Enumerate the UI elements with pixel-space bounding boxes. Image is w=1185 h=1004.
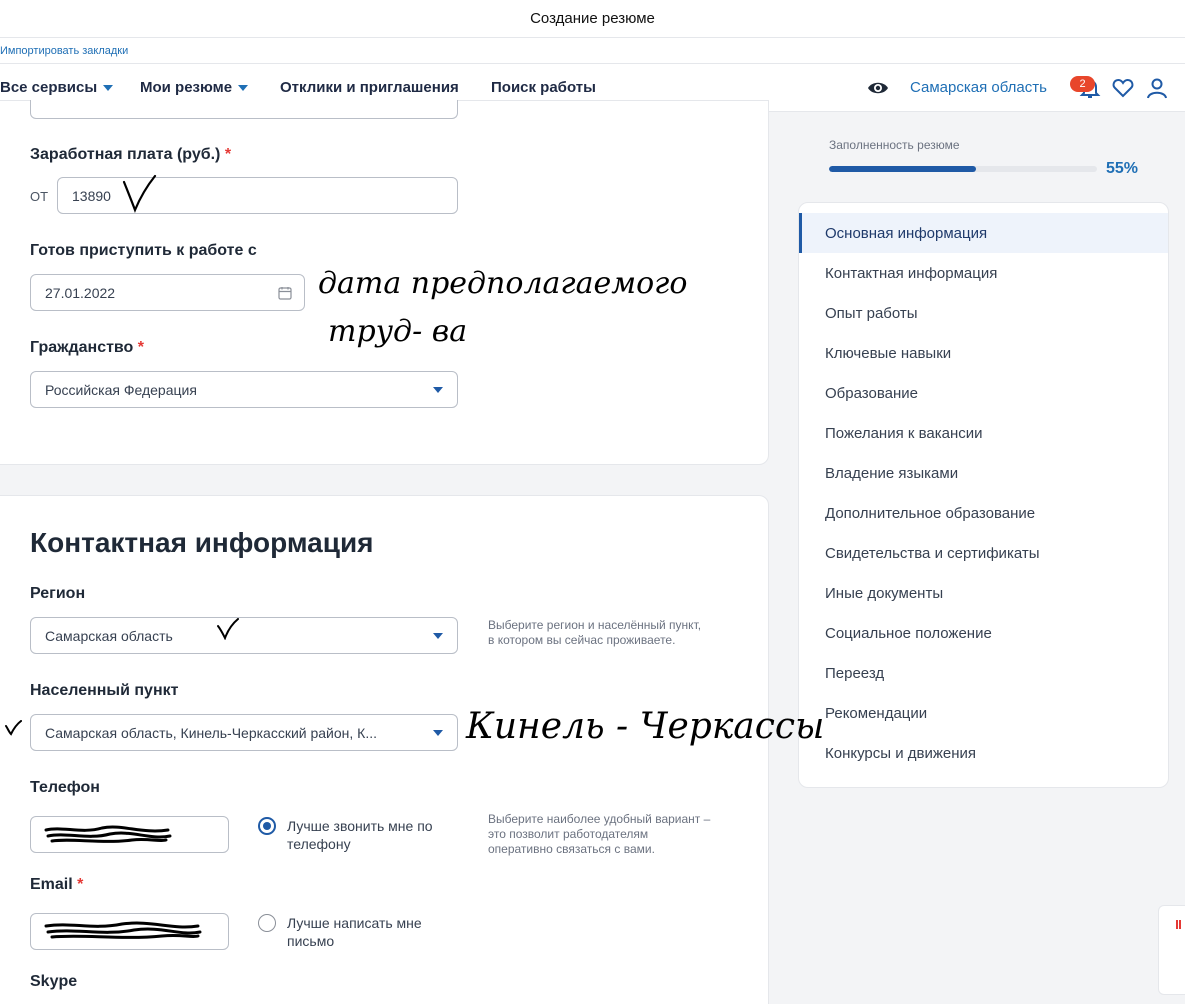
menu-item[interactable]: Контактная информация xyxy=(799,253,1168,293)
import-bookmarks-link[interactable]: Импортировать закладки xyxy=(0,45,128,57)
menu-item[interactable]: Свидетельства и сертификаты xyxy=(799,533,1168,573)
email-label-text: Email xyxy=(30,876,73,893)
prefer-call-radio[interactable] xyxy=(258,817,276,835)
heart-icon[interactable] xyxy=(1111,76,1135,100)
citizenship-select[interactable]: Российская Федерация xyxy=(30,371,458,408)
start-date-label: Готов приступить к работе с xyxy=(30,242,257,259)
email-label: Email * xyxy=(30,876,83,894)
side-widget[interactable] xyxy=(1158,905,1185,995)
prefer-call-line: Лучше звонить мне по xyxy=(287,818,433,834)
user-icon[interactable] xyxy=(1145,76,1169,100)
required-mark: * xyxy=(137,339,145,356)
section-navigation: Основная информация Контактная информация… xyxy=(798,202,1169,788)
chevron-down-icon xyxy=(433,730,443,736)
contact-hint-line: оперативно связаться с вами. xyxy=(488,842,655,856)
calendar-icon[interactable] xyxy=(278,286,292,300)
chevron-down-icon xyxy=(103,84,114,91)
citizenship-label: Гражданство * xyxy=(30,339,144,357)
salary-from-label: от xyxy=(30,189,49,204)
chevron-down-icon xyxy=(433,387,443,393)
nav-all-services-label: Все сервисы xyxy=(0,79,98,96)
menu-item[interactable]: Владение языками xyxy=(799,453,1168,493)
handwritten-check-mark xyxy=(122,174,157,213)
menu-item[interactable]: Социальное положение xyxy=(799,613,1168,653)
phone-label: Телефон xyxy=(30,779,100,796)
salary-label-text: Заработная плата (руб.) xyxy=(30,146,221,163)
salary-input[interactable]: 13890 xyxy=(57,177,458,214)
contact-method-hint: Выберите наиболее удобный вариант – это … xyxy=(488,812,710,857)
region-hint: Выберите регион и населённый пункт, в ко… xyxy=(488,618,701,648)
nav-my-resumes-label: Мои резюме xyxy=(140,79,233,96)
menu-item[interactable]: Опыт работы xyxy=(799,293,1168,333)
nav-responses[interactable]: Отклики и приглашения xyxy=(280,79,459,96)
redaction-scribble xyxy=(44,921,202,939)
handwritten-date-note: труд- ва xyxy=(328,314,468,349)
start-date-value: 27.01.2022 xyxy=(45,284,116,301)
handwritten-date-note: дата предполагаемого xyxy=(318,266,688,301)
previous-field-bottom[interactable] xyxy=(30,100,458,119)
region-selector-link[interactable]: Самарская область xyxy=(910,79,1047,96)
nav-job-search[interactable]: Поиск работы xyxy=(491,79,596,96)
window-title-bar: Создание резюме xyxy=(0,0,1185,38)
region-select[interactable]: Самарская область xyxy=(30,617,458,654)
locality-select[interactable]: Самарская область, Кинель-Черкасский рай… xyxy=(30,714,458,751)
contact-section-title: Контактная информация xyxy=(30,527,374,558)
locality-label: Населенный пункт xyxy=(30,682,179,699)
handwritten-check-mark xyxy=(5,720,22,736)
window-title: Создание резюме xyxy=(530,10,655,27)
citizenship-value: Российская Федерация xyxy=(45,381,197,398)
prefer-call-line: телефону xyxy=(287,836,351,852)
required-mark: * xyxy=(224,146,232,163)
prefer-email-line: Лучше написать мне xyxy=(287,915,422,931)
region-hint-line: в котором вы сейчас проживаете. xyxy=(488,633,676,647)
menu-item[interactable]: Рекомендации xyxy=(799,693,1168,733)
progress-percent: 55% xyxy=(1106,160,1139,177)
resume-progress-bar xyxy=(829,166,1097,172)
skype-label: Skype xyxy=(30,973,78,990)
salary-value: 13890 xyxy=(72,187,111,204)
contact-hint-line: Выберите наиболее удобный вариант – xyxy=(488,812,711,826)
region-label: Регион xyxy=(30,585,86,602)
chevron-down-icon xyxy=(433,633,443,639)
region-value: Самарская область xyxy=(45,627,173,644)
menu-item[interactable]: Ключевые навыки xyxy=(799,333,1168,373)
handwritten-locality-note: Кинель - Черкассы xyxy=(466,706,825,747)
prefer-email-label: Лучше написать мне письмо xyxy=(287,914,422,950)
menu-item[interactable]: Иные документы xyxy=(799,573,1168,613)
resume-progress-fill xyxy=(829,166,977,172)
side-widget-mark xyxy=(1176,920,1181,929)
salary-label: Заработная плата (руб.) * xyxy=(30,146,231,164)
notifications-badge: 2 xyxy=(1070,76,1095,92)
start-date-input[interactable]: 27.01.2022 xyxy=(30,274,305,311)
citizenship-label-text: Гражданство xyxy=(30,339,134,356)
progress-label: Заполненность резюме xyxy=(829,138,960,152)
locality-value: Самарская область, Кинель-Черкасский рай… xyxy=(45,724,378,741)
menu-item[interactable]: Основная информация xyxy=(799,213,1168,253)
eye-icon[interactable] xyxy=(866,76,890,100)
prefer-call-label: Лучше звонить мне по телефону xyxy=(287,817,433,853)
handwritten-check-mark xyxy=(217,618,239,640)
redaction-scribble xyxy=(44,825,172,843)
menu-item[interactable]: Переезд xyxy=(799,653,1168,693)
required-mark: * xyxy=(77,876,84,893)
prefer-email-radio[interactable] xyxy=(258,914,276,932)
nav-my-resumes[interactable]: Мои резюме xyxy=(140,79,249,96)
bookmarks-bar: Импортировать закладки xyxy=(0,38,1185,64)
chevron-down-icon xyxy=(238,84,249,91)
menu-item[interactable]: Образование xyxy=(799,373,1168,413)
menu-item[interactable]: Дополнительное образование xyxy=(799,493,1168,533)
menu-item[interactable]: Конкурсы и движения xyxy=(799,733,1168,773)
prefer-email-line: письмо xyxy=(287,933,335,949)
contact-hint-line: это позволит работодателям xyxy=(488,827,649,841)
nav-all-services[interactable]: Все сервисы xyxy=(0,79,114,96)
region-hint-line: Выберите регион и населённый пункт, xyxy=(488,618,702,632)
menu-item[interactable]: Пожелания к вакансии xyxy=(799,413,1168,453)
